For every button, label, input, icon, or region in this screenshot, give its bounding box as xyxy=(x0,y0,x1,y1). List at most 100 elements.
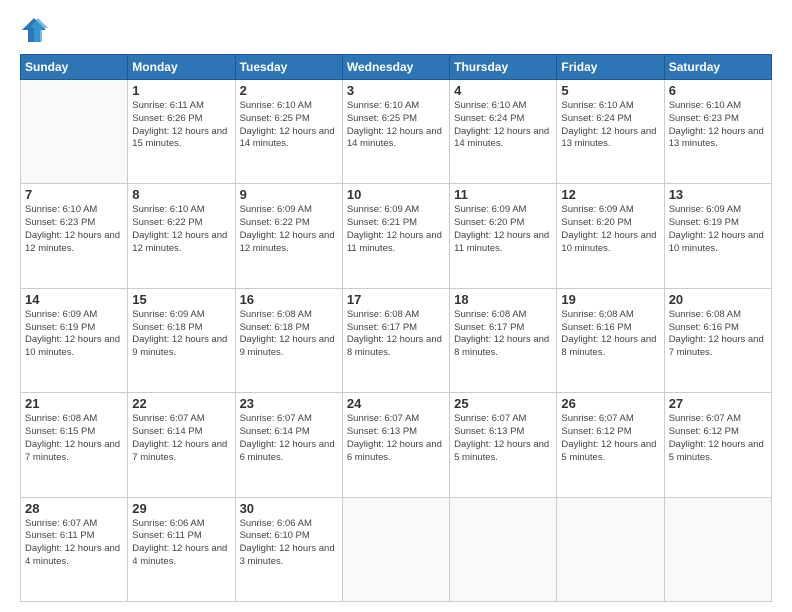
sunrise-label: Sunrise: 6:11 AM xyxy=(132,100,204,111)
day-number: 30 xyxy=(240,501,338,516)
sunrise-label: Sunrise: 6:07 AM xyxy=(240,413,312,424)
daylight-label: Daylight: 12 hours and 9 minutes. xyxy=(240,334,335,358)
day-info: Sunrise: 6:10 AM Sunset: 6:25 PM Dayligh… xyxy=(240,100,338,151)
daylight-label: Daylight: 12 hours and 8 minutes. xyxy=(561,334,656,358)
calendar-week-row: 1 Sunrise: 6:11 AM Sunset: 6:26 PM Dayli… xyxy=(21,80,772,184)
calendar-cell: 29 Sunrise: 6:06 AM Sunset: 6:11 PM Dayl… xyxy=(128,497,235,601)
calendar-header-sunday: Sunday xyxy=(21,55,128,80)
day-info: Sunrise: 6:08 AM Sunset: 6:18 PM Dayligh… xyxy=(240,309,338,360)
calendar-header-row: SundayMondayTuesdayWednesdayThursdayFrid… xyxy=(21,55,772,80)
calendar-header-wednesday: Wednesday xyxy=(342,55,449,80)
calendar-cell: 19 Sunrise: 6:08 AM Sunset: 6:16 PM Dayl… xyxy=(557,288,664,392)
day-number: 10 xyxy=(347,187,445,202)
sunrise-label: Sunrise: 6:07 AM xyxy=(25,518,97,529)
daylight-label: Daylight: 12 hours and 3 minutes. xyxy=(240,543,335,567)
day-number: 2 xyxy=(240,83,338,98)
day-number: 20 xyxy=(669,292,767,307)
day-info: Sunrise: 6:08 AM Sunset: 6:16 PM Dayligh… xyxy=(669,309,767,360)
calendar-cell xyxy=(450,497,557,601)
daylight-label: Daylight: 12 hours and 13 minutes. xyxy=(561,126,656,150)
day-number: 16 xyxy=(240,292,338,307)
daylight-label: Daylight: 12 hours and 10 minutes. xyxy=(561,230,656,254)
day-info: Sunrise: 6:09 AM Sunset: 6:21 PM Dayligh… xyxy=(347,204,445,255)
sunrise-label: Sunrise: 6:08 AM xyxy=(454,309,526,320)
day-info: Sunrise: 6:10 AM Sunset: 6:23 PM Dayligh… xyxy=(669,100,767,151)
day-number: 5 xyxy=(561,83,659,98)
calendar-header-friday: Friday xyxy=(557,55,664,80)
sunset-label: Sunset: 6:11 PM xyxy=(132,530,202,541)
sunset-label: Sunset: 6:16 PM xyxy=(561,322,631,333)
daylight-label: Daylight: 12 hours and 12 minutes. xyxy=(132,230,227,254)
daylight-label: Daylight: 12 hours and 12 minutes. xyxy=(25,230,120,254)
sunset-label: Sunset: 6:24 PM xyxy=(561,113,631,124)
sunrise-label: Sunrise: 6:07 AM xyxy=(561,413,633,424)
sunset-label: Sunset: 6:12 PM xyxy=(669,426,739,437)
sunset-label: Sunset: 6:25 PM xyxy=(347,113,417,124)
day-info: Sunrise: 6:09 AM Sunset: 6:20 PM Dayligh… xyxy=(561,204,659,255)
daylight-label: Daylight: 12 hours and 10 minutes. xyxy=(25,334,120,358)
day-number: 17 xyxy=(347,292,445,307)
daylight-label: Daylight: 12 hours and 14 minutes. xyxy=(347,126,442,150)
sunset-label: Sunset: 6:16 PM xyxy=(669,322,739,333)
daylight-label: Daylight: 12 hours and 5 minutes. xyxy=(561,439,656,463)
daylight-label: Daylight: 12 hours and 11 minutes. xyxy=(347,230,442,254)
daylight-label: Daylight: 12 hours and 4 minutes. xyxy=(132,543,227,567)
sunset-label: Sunset: 6:24 PM xyxy=(454,113,524,124)
day-info: Sunrise: 6:08 AM Sunset: 6:17 PM Dayligh… xyxy=(347,309,445,360)
daylight-label: Daylight: 12 hours and 7 minutes. xyxy=(25,439,120,463)
calendar-cell xyxy=(21,80,128,184)
sunrise-label: Sunrise: 6:09 AM xyxy=(669,204,741,215)
daylight-label: Daylight: 12 hours and 5 minutes. xyxy=(669,439,764,463)
sunset-label: Sunset: 6:14 PM xyxy=(240,426,310,437)
calendar-table: SundayMondayTuesdayWednesdayThursdayFrid… xyxy=(20,54,772,602)
sunset-label: Sunset: 6:25 PM xyxy=(240,113,310,124)
day-info: Sunrise: 6:08 AM Sunset: 6:15 PM Dayligh… xyxy=(25,413,123,464)
calendar-cell: 24 Sunrise: 6:07 AM Sunset: 6:13 PM Dayl… xyxy=(342,393,449,497)
day-info: Sunrise: 6:09 AM Sunset: 6:22 PM Dayligh… xyxy=(240,204,338,255)
day-number: 8 xyxy=(132,187,230,202)
calendar-header-thursday: Thursday xyxy=(450,55,557,80)
day-number: 26 xyxy=(561,396,659,411)
sunset-label: Sunset: 6:14 PM xyxy=(132,426,202,437)
daylight-label: Daylight: 12 hours and 12 minutes. xyxy=(240,230,335,254)
sunset-label: Sunset: 6:15 PM xyxy=(25,426,95,437)
day-info: Sunrise: 6:07 AM Sunset: 6:12 PM Dayligh… xyxy=(669,413,767,464)
calendar-header-tuesday: Tuesday xyxy=(235,55,342,80)
sunrise-label: Sunrise: 6:08 AM xyxy=(669,309,741,320)
daylight-label: Daylight: 12 hours and 6 minutes. xyxy=(240,439,335,463)
day-number: 13 xyxy=(669,187,767,202)
day-number: 22 xyxy=(132,396,230,411)
calendar-cell: 27 Sunrise: 6:07 AM Sunset: 6:12 PM Dayl… xyxy=(664,393,771,497)
sunset-label: Sunset: 6:18 PM xyxy=(240,322,310,333)
sunset-label: Sunset: 6:19 PM xyxy=(25,322,95,333)
calendar-cell: 12 Sunrise: 6:09 AM Sunset: 6:20 PM Dayl… xyxy=(557,184,664,288)
calendar-cell: 17 Sunrise: 6:08 AM Sunset: 6:17 PM Dayl… xyxy=(342,288,449,392)
daylight-label: Daylight: 12 hours and 9 minutes. xyxy=(132,334,227,358)
day-info: Sunrise: 6:07 AM Sunset: 6:14 PM Dayligh… xyxy=(240,413,338,464)
day-info: Sunrise: 6:07 AM Sunset: 6:13 PM Dayligh… xyxy=(347,413,445,464)
sunset-label: Sunset: 6:13 PM xyxy=(347,426,417,437)
logo xyxy=(20,16,52,44)
sunrise-label: Sunrise: 6:07 AM xyxy=(454,413,526,424)
sunset-label: Sunset: 6:20 PM xyxy=(561,217,631,228)
day-number: 27 xyxy=(669,396,767,411)
day-info: Sunrise: 6:09 AM Sunset: 6:20 PM Dayligh… xyxy=(454,204,552,255)
day-number: 7 xyxy=(25,187,123,202)
day-number: 19 xyxy=(561,292,659,307)
header xyxy=(20,16,772,44)
day-number: 4 xyxy=(454,83,552,98)
day-number: 25 xyxy=(454,396,552,411)
logo-icon xyxy=(20,16,48,44)
calendar-cell: 26 Sunrise: 6:07 AM Sunset: 6:12 PM Dayl… xyxy=(557,393,664,497)
sunrise-label: Sunrise: 6:10 AM xyxy=(669,100,741,111)
calendar-cell: 20 Sunrise: 6:08 AM Sunset: 6:16 PM Dayl… xyxy=(664,288,771,392)
day-info: Sunrise: 6:07 AM Sunset: 6:13 PM Dayligh… xyxy=(454,413,552,464)
calendar-cell xyxy=(664,497,771,601)
daylight-label: Daylight: 12 hours and 7 minutes. xyxy=(132,439,227,463)
calendar-cell: 14 Sunrise: 6:09 AM Sunset: 6:19 PM Dayl… xyxy=(21,288,128,392)
calendar-header-saturday: Saturday xyxy=(664,55,771,80)
sunset-label: Sunset: 6:22 PM xyxy=(132,217,202,228)
sunset-label: Sunset: 6:17 PM xyxy=(347,322,417,333)
daylight-label: Daylight: 12 hours and 7 minutes. xyxy=(669,334,764,358)
calendar-week-row: 21 Sunrise: 6:08 AM Sunset: 6:15 PM Dayl… xyxy=(21,393,772,497)
